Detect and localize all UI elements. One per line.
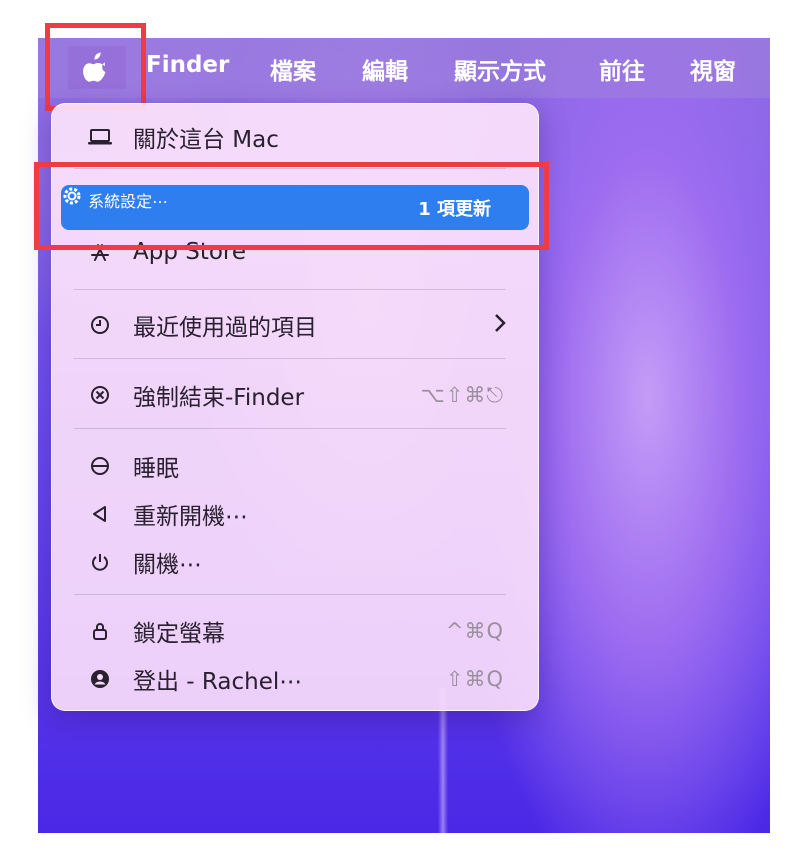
menu-item-recent-items-label: 最近使用過的項目 (133, 315, 317, 341)
menu-item-lock-screen[interactable]: 鎖定螢幕 ^⌘Q (52, 611, 538, 651)
apple-logo-icon (82, 52, 105, 82)
menu-item-logout[interactable]: 登出 - Rachel⋯ ⇧⌘Q (52, 659, 538, 699)
menu-separator (74, 289, 506, 290)
force-quit-icon (88, 383, 112, 407)
menu-item-sleep-label: 睡眠 (133, 456, 179, 482)
force-quit-shortcut: ⌥⇧⌘⎋ (420, 382, 504, 407)
menu-item-logout-label: 登出 - Rachel⋯ (133, 669, 303, 695)
menubar-window[interactable]: 視窗 (690, 52, 736, 86)
menubar-file[interactable]: 檔案 (270, 52, 316, 86)
menu-item-recent-items[interactable]: 最近使用過的項目 (52, 305, 538, 345)
annotation-highlight-box (34, 162, 549, 250)
clock-icon (88, 313, 112, 337)
sleep-icon (88, 454, 112, 478)
lock-screen-shortcut: ^⌘Q (445, 619, 504, 643)
menu-item-about[interactable]: 關於這台 Mac (52, 117, 538, 157)
power-icon (88, 550, 112, 574)
menubar-go[interactable]: 前往 (599, 52, 645, 86)
menu-separator (74, 594, 506, 595)
menu-bar: Finder 檔案 編輯 顯示方式 前往 視窗 (38, 38, 770, 98)
menu-item-restart-label: 重新開機⋯ (133, 504, 248, 530)
menu-item-lock-screen-label: 鎖定螢幕 (133, 621, 225, 647)
menu-separator (74, 358, 506, 359)
menu-item-about-label: 關於這台 Mac (133, 127, 279, 153)
menubar-app-finder[interactable]: Finder (146, 52, 229, 78)
menu-item-force-quit[interactable]: 強制結束-Finder ⌥⇧⌘⎋ (52, 375, 538, 415)
menubar-view[interactable]: 顯示方式 (454, 52, 546, 86)
menu-item-shutdown-label: 關機⋯ (133, 552, 202, 578)
menu-item-sleep[interactable]: 睡眠 (52, 446, 538, 486)
laptop-icon (88, 125, 112, 149)
menubar-edit[interactable]: 編輯 (362, 52, 408, 86)
restart-icon (88, 502, 112, 526)
logout-shortcut: ⇧⌘Q (445, 667, 504, 691)
chevron-right-icon (494, 313, 506, 338)
menu-item-force-quit-label: 強制結束-Finder (133, 385, 305, 411)
user-icon (88, 667, 112, 691)
apple-menu-button[interactable] (45, 23, 146, 111)
menu-item-restart[interactable]: 重新開機⋯ (52, 494, 538, 534)
menu-item-shutdown[interactable]: 關機⋯ (52, 542, 538, 582)
menu-separator (74, 428, 506, 429)
lock-icon (88, 619, 112, 643)
